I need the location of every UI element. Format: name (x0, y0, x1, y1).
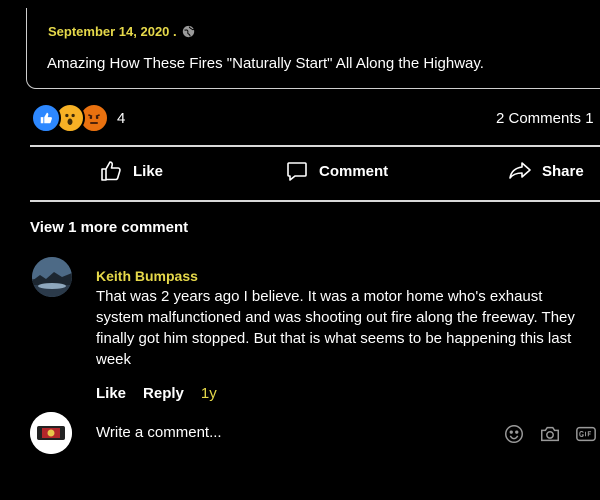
reaction-count[interactable]: 4 (117, 110, 125, 127)
comment-bubble-icon (287, 162, 307, 181)
comment-like-button[interactable]: Like (96, 385, 126, 402)
gif-icon[interactable] (575, 423, 597, 445)
composer-icons (503, 423, 597, 445)
like-label: Like (133, 162, 164, 180)
share-button[interactable]: Share (508, 159, 584, 183)
comment-actions: Like Reply 1y (96, 385, 217, 402)
thumbs-up-icon (101, 161, 121, 181)
post-text: Amazing How These Fires "Naturally Start… (47, 55, 484, 72)
post-action-bar: Like Comment Share (0, 159, 600, 189)
divider (30, 200, 600, 202)
like-button[interactable]: Like (99, 159, 163, 183)
share-label: Share (542, 162, 584, 180)
comment-text: That was 2 years ago I believe. It was a… (96, 288, 575, 368)
reactions-summary[interactable]: 4 (31, 103, 125, 133)
post-date[interactable]: September 14, 2020 . (48, 24, 177, 39)
comment-button[interactable]: Comment (285, 159, 388, 183)
comment-reply-button[interactable]: Reply (143, 385, 184, 402)
current-user-avatar[interactable] (30, 412, 72, 454)
globe-icon (182, 25, 195, 38)
emoji-icon[interactable] (503, 423, 525, 445)
commenter-avatar[interactable] (32, 257, 72, 297)
divider (30, 145, 600, 147)
like-icon (31, 103, 61, 133)
shared-post-card (26, 8, 600, 89)
comment-label: Comment (319, 162, 389, 180)
view-more-comments-link[interactable]: View 1 more comment (30, 219, 188, 236)
comment-timestamp[interactable]: 1y (201, 385, 217, 402)
comment-author[interactable]: Keith Bumpass (96, 268, 198, 284)
share-arrow-icon (509, 162, 531, 179)
comments-count[interactable]: 2 Comments 1 (496, 110, 594, 127)
comment-input[interactable]: Write a comment... (96, 424, 222, 441)
post-date-line: September 14, 2020 . (48, 24, 195, 39)
camera-icon[interactable] (539, 423, 561, 445)
